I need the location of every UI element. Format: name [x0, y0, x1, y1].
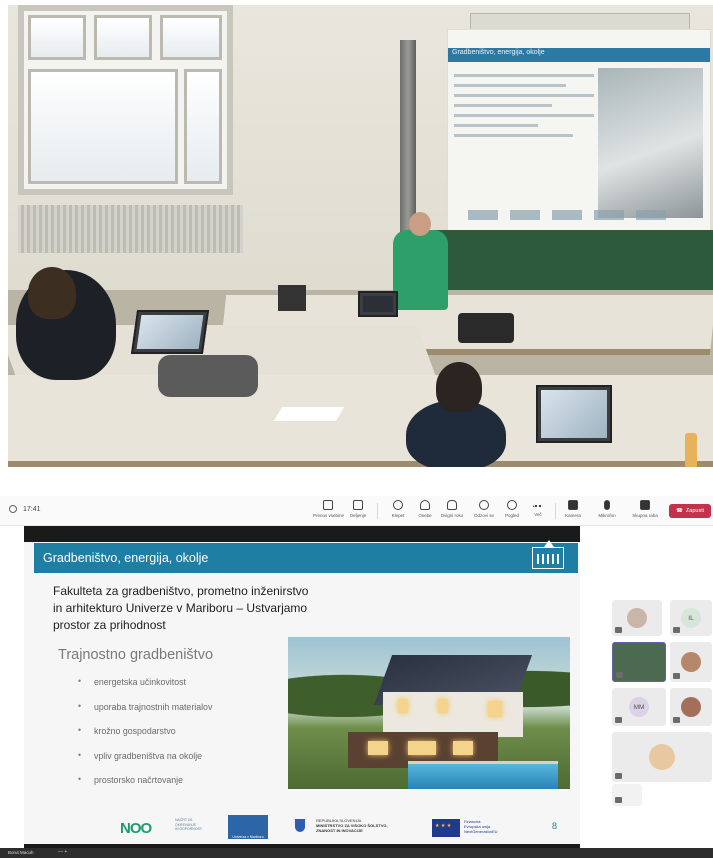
slide-header-title: Gradbeništvo, energija, okolje — [43, 551, 209, 565]
ministry-label: REPUBLIKA SLOVENIJA MINISTRSTVO ZA VISOK… — [316, 818, 388, 833]
microphone-icon — [616, 672, 623, 678]
bottle — [685, 433, 697, 467]
participant-tile[interactable] — [612, 732, 712, 782]
student-left-head — [28, 267, 76, 319]
slide-subheading: Trajnostno gradbeništvo — [58, 647, 214, 663]
classroom-photo: Gradbeništvo, energija, okolje — [8, 5, 713, 467]
people-button[interactable]: Osebe — [410, 500, 440, 524]
sustainable-house-image — [288, 637, 570, 789]
chat-icon — [393, 500, 403, 510]
list-item: prostorsko načrtovanje — [78, 774, 212, 800]
raise-hand-icon — [447, 500, 457, 510]
list-item: krožno gospodarstvo — [78, 725, 212, 751]
participant-tile[interactable] — [612, 784, 642, 806]
share-tray-icon — [353, 500, 363, 510]
participant-tile[interactable] — [670, 688, 712, 726]
list-item: energetska učinkovitost — [78, 676, 212, 702]
projected-slide-title: Gradbeništvo, energija, okolje — [452, 49, 545, 56]
microphone-icon — [673, 627, 680, 633]
share-content-button[interactable]: Skupna raba — [630, 500, 660, 524]
stairs-image — [598, 68, 703, 218]
share-up-icon — [640, 500, 650, 510]
university-maribor-logo: Univerza v Mariboru — [228, 815, 268, 839]
presenter-name: Borut Macuh — [8, 850, 34, 855]
microphone-button[interactable]: Mikrofon — [592, 500, 622, 524]
student-left-laptop — [130, 310, 210, 354]
microphone-icon — [615, 773, 622, 779]
microphone-icon — [615, 797, 622, 803]
microphone-icon — [673, 717, 680, 723]
university-building-icon — [532, 540, 564, 569]
desk-device — [278, 285, 306, 311]
list-item: uporaba trajnostnih materialov — [78, 701, 212, 727]
more-icon — [533, 505, 543, 509]
camera-icon — [568, 500, 578, 510]
lecturer — [393, 230, 448, 310]
noo-logo: NOO — [120, 820, 152, 837]
meeting-timer: 17:41 — [9, 505, 41, 513]
avatar: IL — [681, 608, 701, 628]
zoom-controls[interactable]: — + — [58, 849, 67, 855]
slide-heading: Fakulteta za gradbeništvo, prometno inže… — [53, 584, 309, 632]
participant-tile[interactable] — [670, 642, 712, 682]
microphone-icon — [615, 717, 622, 723]
more-button[interactable]: Več — [523, 500, 553, 524]
list-item: vpliv gradbeništva na okolje — [78, 750, 212, 776]
paper-sheet — [273, 407, 345, 421]
meeting-time: 17:41 — [23, 505, 41, 513]
projected-slide: Gradbeništvo, energija, okolje — [448, 30, 710, 230]
avatar — [681, 652, 701, 672]
microphone-icon — [673, 673, 680, 679]
slovenia-crest-icon — [295, 819, 305, 832]
slide-page-number: 8 — [552, 821, 558, 831]
noo-subtitle: NAČRT ZA OKREVANJE IN ODPORNOST — [175, 818, 203, 831]
people-icon — [420, 500, 430, 510]
slide-header-bar: Gradbeništvo, energija, okolje — [34, 540, 578, 573]
participant-tile-active-video[interactable] — [612, 642, 666, 682]
share-screen-icon — [323, 500, 333, 510]
classroom-window — [18, 5, 233, 195]
participant-tile[interactable]: IL — [670, 600, 712, 636]
view-grid-icon — [507, 500, 517, 510]
avatar — [649, 744, 675, 770]
meeting-toolbar: 17:41 Prenos vsebine Deljenje Klepet Ose… — [0, 496, 713, 526]
share-screen-button[interactable]: Prenos vsebine — [313, 500, 344, 524]
slide-bullet-list: energetska učinkovitost uporaba trajnost… — [78, 676, 212, 800]
microphone-icon — [615, 627, 622, 633]
share-tray-button[interactable]: Deljenje — [343, 500, 373, 524]
eu-flag-icon — [432, 819, 460, 837]
shield-icon — [9, 505, 17, 513]
camera-button[interactable]: Kamera — [558, 500, 588, 524]
student-right-head — [436, 362, 482, 412]
participant-tile[interactable] — [612, 600, 662, 636]
eu-funding-label: Financira Evropska unija NextGenerationE… — [464, 819, 498, 834]
avatar — [681, 697, 701, 717]
lecturer-head — [409, 212, 431, 236]
microphone-icon — [604, 500, 610, 510]
reaction-button[interactable]: Odzovi se — [469, 500, 499, 524]
leave-button[interactable]: ☎ Zapusti — [669, 504, 711, 518]
teams-meeting-window: 17:41 Prenos vsebine Deljenje Klepet Ose… — [0, 496, 713, 858]
participant-tile[interactable]: MM — [612, 688, 666, 726]
avatar: MM — [629, 697, 649, 717]
backpack — [158, 355, 258, 397]
pool — [408, 761, 558, 789]
slide-footer-logos: NOO NAČRT ZA OKREVANJE IN ODPORNOST Univ… — [120, 814, 580, 840]
student-right-laptop — [536, 385, 612, 443]
lecturer-laptop — [358, 291, 398, 317]
raise-hand-button[interactable]: Dvigni roko — [437, 500, 467, 524]
presenter-bar: Borut Macuh — + — [0, 848, 713, 858]
phone-hangup-icon: ☎ — [676, 508, 683, 514]
slide-letterbox-top — [24, 526, 580, 542]
avatar — [627, 608, 647, 628]
projector-device — [458, 313, 514, 343]
reaction-icon — [479, 500, 489, 510]
chat-button[interactable]: Klepet — [383, 500, 413, 524]
radiator — [18, 205, 243, 253]
